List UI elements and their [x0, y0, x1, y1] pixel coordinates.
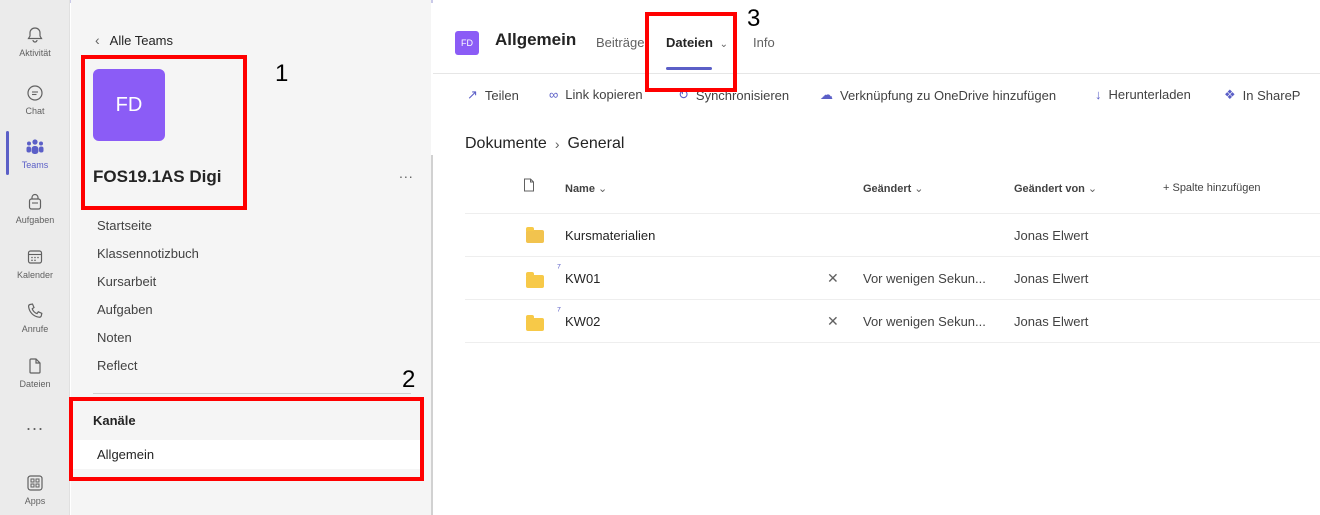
- file-modified-by: Jonas Elwert: [1014, 314, 1089, 329]
- download-button[interactable]: ↓ Herunterladen: [1095, 87, 1191, 102]
- new-item-icon: ⁷: [557, 262, 561, 274]
- column-header-name-label: Name: [565, 183, 595, 195]
- cloud-shortcut-icon: ☁: [820, 87, 833, 102]
- back-to-teams-link[interactable]: ‹ Alle Teams: [95, 32, 173, 48]
- annotation-number-3: 3: [747, 5, 761, 32]
- add-column-button[interactable]: + Spalte hinzufügen: [1163, 182, 1261, 194]
- calendar-icon: [24, 246, 46, 268]
- download-icon: ↓: [1095, 87, 1102, 102]
- row-divider: [465, 299, 1320, 300]
- team-nav-aufgaben[interactable]: Aufgaben: [97, 302, 153, 317]
- files-toolbar: ↗ Teilen ∞ Link kopieren ↻ Synchronisier…: [433, 74, 1320, 114]
- file-icon: [24, 355, 46, 377]
- bell-icon: [24, 24, 46, 46]
- open-in-sharepoint-button[interactable]: ❖ In ShareP: [1224, 87, 1300, 103]
- rail-label: Teams: [21, 160, 49, 170]
- breadcrumb-current: General: [567, 135, 625, 152]
- file-name[interactable]: KW02: [565, 314, 600, 329]
- file-type-header-icon: [523, 178, 535, 195]
- apps-icon: [24, 472, 46, 494]
- team-nav-klassennotizbuch[interactable]: Klassennotizbuch: [97, 246, 199, 261]
- rail-label: Anrufe: [21, 324, 49, 334]
- rail-item-calls[interactable]: Anrufe: [0, 290, 70, 344]
- annotation-box-3: [645, 12, 737, 92]
- column-header-modified-by[interactable]: Geändert von ⌄: [1014, 182, 1097, 195]
- team-nav-noten[interactable]: Noten: [97, 330, 132, 345]
- file-name[interactable]: KW01: [565, 271, 600, 286]
- breadcrumb: Dokumente › General: [465, 135, 624, 153]
- team-nav-startseite[interactable]: Startseite: [97, 218, 152, 233]
- chevron-left-icon: ‹: [95, 32, 100, 48]
- divider: [93, 393, 411, 394]
- rail-label: Chat: [25, 106, 45, 116]
- phone-icon: [24, 300, 46, 322]
- back-label: Alle Teams: [109, 32, 174, 48]
- file-modified: Vor wenigen Sekun...: [863, 271, 986, 286]
- app-rail: Aktivität Chat Teams Aufgaben Kalender A…: [0, 0, 70, 515]
- rail-label: Aufgaben: [15, 215, 55, 225]
- column-header-modified-label: Geändert: [863, 183, 912, 195]
- rail-item-apps[interactable]: Apps: [0, 462, 70, 515]
- tab-info[interactable]: Info: [753, 35, 775, 50]
- sharepoint-label: In ShareP: [1242, 87, 1301, 103]
- breadcrumb-root[interactable]: Dokumente: [465, 135, 547, 153]
- copy-link-button[interactable]: ∞ Link kopieren: [549, 87, 643, 102]
- file-name[interactable]: Kursmaterialien: [565, 228, 655, 243]
- channel-avatar: FD: [455, 31, 479, 55]
- chevron-down-icon: ⌄: [914, 183, 924, 195]
- onedrive-label: Verknüpfung zu OneDrive hinzufügen: [840, 87, 1057, 103]
- team-nav-reflect[interactable]: Reflect: [97, 358, 137, 373]
- new-item-icon: ⁷: [557, 305, 561, 317]
- rail-more-button[interactable]: ...: [0, 414, 70, 435]
- rail-label: Aktivität: [19, 48, 51, 58]
- channel-header: FD Allgemein Beiträge Dateien ⌄ Info: [433, 0, 1320, 74]
- chat-icon: [24, 82, 46, 104]
- tab-beitraege[interactable]: Beiträge: [596, 35, 644, 50]
- annotation-number-1: 1: [275, 60, 289, 87]
- shared-folder-icon: [526, 227, 544, 243]
- rail-label: Kalender: [16, 270, 54, 280]
- sharepoint-icon: ❖: [1224, 87, 1236, 102]
- column-header-name[interactable]: Name ⌄: [565, 182, 607, 195]
- rail-item-calendar[interactable]: Kalender: [0, 236, 70, 290]
- annotation-box-1: [81, 55, 247, 210]
- folder-icon: [526, 272, 544, 288]
- folder-icon: [526, 315, 544, 331]
- file-modified-by: Jonas Elwert: [1014, 228, 1089, 243]
- rail-label: Dateien: [19, 379, 51, 389]
- annotation-number-2: 2: [402, 366, 416, 393]
- share-label: Teilen: [484, 87, 519, 103]
- rail-label: Apps: [24, 496, 46, 506]
- teams-icon: [24, 136, 46, 158]
- file-modified-by: Jonas Elwert: [1014, 271, 1089, 286]
- chevron-down-icon: ⌄: [1087, 183, 1098, 195]
- rail-item-activity[interactable]: Aktivität: [0, 14, 70, 68]
- rail-item-files[interactable]: Dateien: [0, 345, 70, 399]
- share-icon: ↗: [467, 87, 478, 102]
- link-icon: ∞: [549, 87, 559, 102]
- download-label: Herunterladen: [1108, 87, 1191, 102]
- chevron-down-icon: ⌄: [597, 183, 608, 195]
- chevron-right-icon: ›: [554, 136, 560, 152]
- column-header-modified-by-label: Geändert von: [1014, 183, 1085, 195]
- rail-item-assignments[interactable]: Aufgaben: [0, 181, 70, 235]
- file-modified: Vor wenigen Sekun...: [863, 314, 986, 329]
- channel-title: Allgemein: [495, 30, 577, 49]
- add-onedrive-shortcut-button[interactable]: ☁ Verknüpfung zu OneDrive hinzufügen: [820, 87, 1056, 103]
- rail-item-teams[interactable]: Teams: [0, 126, 70, 180]
- share-button[interactable]: ↗ Teilen: [467, 87, 519, 103]
- main-content: FD Allgemein Beiträge Dateien ⌄ Info ↗ T…: [433, 0, 1320, 515]
- team-nav-kursarbeit[interactable]: Kursarbeit: [97, 274, 156, 289]
- copy-link-label: Link kopieren: [565, 87, 643, 102]
- unpin-icon[interactable]: ✕: [827, 313, 839, 330]
- rail-item-chat[interactable]: Chat: [0, 72, 70, 126]
- column-header-modified[interactable]: Geändert ⌄: [863, 182, 924, 195]
- assignments-icon: [24, 191, 46, 213]
- row-divider: [465, 342, 1320, 343]
- header-divider: [465, 213, 1320, 214]
- unpin-icon[interactable]: ✕: [827, 270, 839, 287]
- row-divider: [465, 256, 1320, 257]
- team-more-button[interactable]: ...: [399, 165, 414, 181]
- annotation-box-2: [69, 397, 424, 481]
